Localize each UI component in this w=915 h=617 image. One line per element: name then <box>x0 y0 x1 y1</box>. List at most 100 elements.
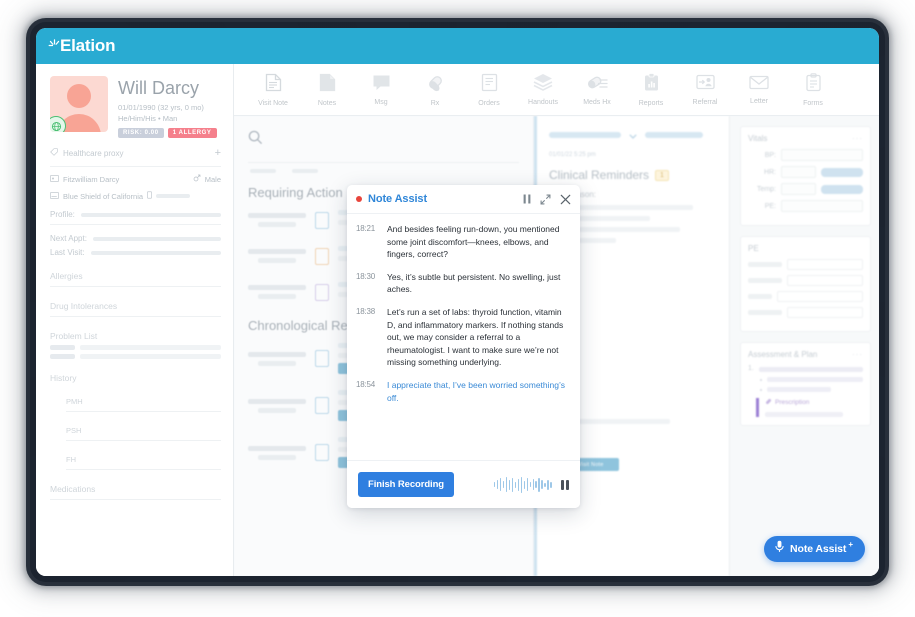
vitals-label: BP: <box>764 151 776 159</box>
profile-field[interactable]: Profile: <box>50 210 221 219</box>
section-pmh[interactable]: PMH <box>66 397 221 406</box>
vitals-input[interactable] <box>781 166 816 178</box>
transcript-message: 18:30 Yes, it’s subtle but persistent. N… <box>356 271 570 296</box>
brand-name: Elation <box>60 35 116 55</box>
toolbar-label: Rx <box>430 99 440 107</box>
document-lines-icon <box>265 73 282 97</box>
section-allergies[interactable]: Allergies <box>50 271 221 281</box>
list-filter-tabs[interactable] <box>248 169 519 173</box>
toolbar-label: Meds Hx <box>583 98 611 106</box>
status-badge-risk[interactable]: RISK: 0.00 <box>118 128 164 138</box>
pe-row[interactable] <box>748 275 863 286</box>
assessment-item-number: 1. <box>748 365 754 372</box>
assessment-subitem <box>760 377 863 382</box>
chevron-down-icon[interactable] <box>629 126 637 144</box>
transcript-text: I appreciate that, I’ve been worried som… <box>387 379 565 403</box>
pe-row[interactable] <box>748 291 863 302</box>
vitals-input[interactable] <box>781 200 863 212</box>
toolbar-item-reports[interactable]: Reports <box>624 72 678 107</box>
record-icon <box>315 350 329 367</box>
toolbar-item-letter[interactable]: Letter <box>732 75 786 105</box>
pause-recording-button[interactable] <box>561 479 569 490</box>
list-filter-tab[interactable] <box>292 169 318 173</box>
screenshot-root: Elation Will Darcy 01/01/1990 (32 yrs, 0… <box>0 0 915 617</box>
elation-logo[interactable]: Elation <box>48 36 115 57</box>
vitals-input[interactable] <box>781 183 816 195</box>
section-history[interactable]: History <box>50 373 221 383</box>
pe-title: PE <box>748 244 863 253</box>
tag-icon <box>50 148 58 158</box>
close-icon[interactable] <box>560 194 571 205</box>
microphone-icon <box>774 540 785 558</box>
record-icon <box>315 211 329 229</box>
toolbar-item-visit-note[interactable]: Visit Note <box>246 73 300 107</box>
problem-list-row <box>50 354 221 359</box>
last-visit-field[interactable]: Last Visit: <box>50 248 221 257</box>
prescription-block[interactable]: Prescription <box>756 398 863 417</box>
toolbar-item-forms[interactable]: Forms <box>786 72 840 107</box>
toolbar-label: Handouts <box>528 99 558 106</box>
action-toolbar: Visit Note Notes Msg Rx Orders Handouts … <box>234 64 879 116</box>
note-assist-footer: Finish Recording <box>347 460 580 508</box>
transcript-message-live: 18:54 I appreciate that, I’ve been worri… <box>356 379 570 404</box>
healthcare-proxy-row[interactable]: Healthcare proxy + <box>50 147 221 167</box>
section-medications[interactable]: Medications <box>50 484 221 494</box>
status-badge-allergy[interactable]: 1 ALLERGY <box>167 128 217 138</box>
note-assist-fab[interactable]: Note Assist + <box>764 536 865 562</box>
vitals-title: Vitals ··· <box>748 134 863 143</box>
healthcare-proxy-label: Healthcare proxy <box>63 148 124 158</box>
visit-note-side-panel: Vitals ··· BP: HR: Temp: PE: PE Assessme… <box>729 116 879 576</box>
row-chip <box>50 345 75 350</box>
finish-recording-button[interactable]: Finish Recording <box>358 472 454 497</box>
note-assist-modal: Note Assist 18:21 And besides feeling ru… <box>347 185 580 508</box>
vitals-input[interactable] <box>781 149 863 161</box>
document-icon <box>319 73 336 97</box>
note-assist-transcript[interactable]: 18:21 And besides feeling run-down, you … <box>347 214 580 460</box>
next-appt-field[interactable]: Next Appt: <box>50 234 221 243</box>
patient-legal-name: Fitzwilliam Darcy <box>63 174 120 184</box>
toolbar-item-orders[interactable]: Orders <box>462 73 516 107</box>
toolbar-label: Orders <box>478 99 500 107</box>
divider <box>50 286 221 287</box>
section-psh[interactable]: PSH <box>66 426 221 435</box>
avatar-head <box>67 84 91 108</box>
search-icon[interactable] <box>248 130 263 150</box>
toolbar-item-referral[interactable]: Referral <box>678 74 732 106</box>
search-row[interactable] <box>248 126 519 154</box>
more-options-icon[interactable]: ··· <box>852 134 863 143</box>
pe-row[interactable] <box>748 307 863 318</box>
patient-badges: RISK: 0.00 1 ALLERGY <box>118 128 217 138</box>
toolbar-item-handouts[interactable]: Handouts <box>516 73 570 106</box>
more-options-icon[interactable]: ··· <box>852 350 863 359</box>
transcript-timestamp: 18:54 <box>356 379 376 389</box>
insurance-value-placeholder <box>156 194 191 198</box>
transcript-text: And besides feeling run-down, you mentio… <box>387 224 560 260</box>
divider <box>66 440 221 441</box>
patient-insurance: Blue Shield of California <box>63 191 144 201</box>
list-filter-tab[interactable] <box>250 169 276 173</box>
toolbar-item-meds-hx[interactable]: Meds Hx <box>570 74 624 106</box>
section-fh[interactable]: FH <box>66 455 221 464</box>
transcript-text: Let’s run a set of labs: thyroid functio… <box>387 306 564 368</box>
assessment-item[interactable]: 1. <box>748 365 863 372</box>
vitals-chip <box>821 184 863 194</box>
patient-legal-name-row: Fitzwilliam Darcy Male <box>50 174 221 184</box>
prescription-heading: Prescription <box>765 398 863 407</box>
minimize-icon[interactable] <box>540 194 551 205</box>
note-assist-header-actions <box>523 194 571 205</box>
vitals-row-temp[interactable]: Temp: <box>748 183 863 195</box>
toolbar-item-msg[interactable]: Msg <box>354 73 408 106</box>
toolbar-item-notes[interactable]: Notes <box>300 73 354 107</box>
record-icon <box>315 247 329 265</box>
add-proxy-button[interactable]: + <box>215 147 221 159</box>
toolbar-item-rx[interactable]: Rx <box>408 73 462 107</box>
pe-row[interactable] <box>748 259 863 270</box>
vitals-row-hr[interactable]: HR: <box>748 166 863 178</box>
pause-icon[interactable] <box>523 194 531 204</box>
vitals-row-pe[interactable]: PE: <box>748 200 863 212</box>
vitals-row-bp[interactable]: BP: <box>748 149 863 161</box>
app-body: Will Darcy 01/01/1990 (32 yrs, 0 mo) He/… <box>36 64 879 576</box>
section-problem-list[interactable]: Problem List <box>50 331 221 341</box>
section-drug-intolerances[interactable]: Drug Intolerances <box>50 301 221 311</box>
patient-dob: 01/01/1990 (32 yrs, 0 mo) <box>118 103 204 112</box>
